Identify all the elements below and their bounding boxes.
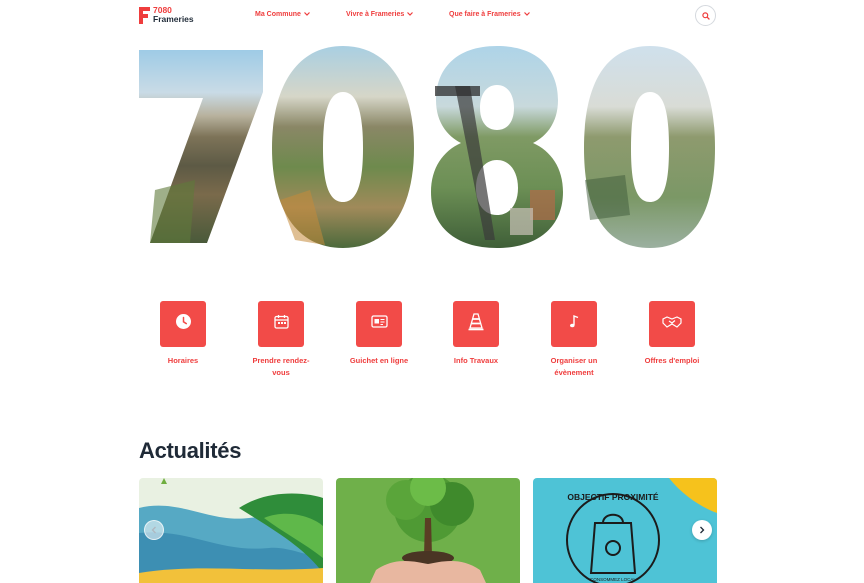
calendar-icon xyxy=(273,314,289,334)
clock-icon xyxy=(175,313,192,335)
hero-digit-8 xyxy=(431,46,563,248)
main-nav: Ma Commune Vivre à Frameries Que faire à… xyxy=(0,11,864,23)
quick-link-tile xyxy=(649,301,695,347)
site-header: 7080 Frameries Ma Commune Vivre à Framer… xyxy=(0,0,864,34)
quick-link-rendez-vous[interactable]: Prendre rendez-vous xyxy=(245,301,317,379)
quick-link-tile xyxy=(453,301,499,347)
news-card[interactable] xyxy=(139,478,323,583)
nav-label: Que faire à Frameries xyxy=(449,11,521,18)
news-card-image: OBJECTIF PROXIMITÉ CONSOMMEZ LOCAL xyxy=(533,478,717,583)
quick-link-label: Info Travaux xyxy=(453,356,499,365)
quick-link-tile xyxy=(356,301,402,347)
traffic-cone-icon xyxy=(468,312,484,336)
news-card-image xyxy=(139,478,323,583)
news-card[interactable]: OBJECTIF PROXIMITÉ CONSOMMEZ LOCAL xyxy=(533,478,717,583)
news-section-title: Actualités xyxy=(139,438,242,463)
handshake-icon xyxy=(662,315,682,334)
hero-digit-0 xyxy=(584,46,715,248)
chevron-down-icon xyxy=(303,11,310,18)
quick-link-label: Horaires xyxy=(167,356,199,365)
chevron-right-icon xyxy=(699,521,705,539)
quick-link-tile xyxy=(160,301,206,347)
quick-link-tile xyxy=(258,301,304,347)
news-card-stamp-text: CONSOMMEZ LOCAL xyxy=(590,577,636,582)
quick-link-guichet[interactable]: Guichet en ligne xyxy=(343,301,415,367)
nav-label: Ma Commune xyxy=(255,11,301,18)
nav-que-faire[interactable]: Que faire à Frameries xyxy=(449,11,530,18)
music-note-icon xyxy=(568,314,580,334)
quick-link-label: Organiser un évènement xyxy=(550,356,598,377)
nav-vivre-a-frameries[interactable]: Vivre à Frameries xyxy=(346,11,414,18)
hero-7080 xyxy=(135,40,720,252)
quick-link-label: Offres d'emploi xyxy=(644,356,700,365)
chevron-down-icon xyxy=(523,11,530,18)
nav-ma-commune[interactable]: Ma Commune xyxy=(255,11,310,18)
quick-link-tile xyxy=(551,301,597,347)
quick-link-info-travaux[interactable]: Info Travaux xyxy=(440,301,512,367)
chevron-down-icon xyxy=(407,11,414,18)
news-card-stamp-text: OBJECTIF PROXIMITÉ xyxy=(567,492,658,502)
quick-links: Horaires Prendre rendez-vous Guichet en … xyxy=(0,301,864,391)
search-button[interactable] xyxy=(695,5,716,26)
hero-digit-0 xyxy=(272,46,414,248)
news-card-image xyxy=(336,478,520,583)
nav-label: Vivre à Frameries xyxy=(346,11,405,18)
quick-link-label: Prendre rendez-vous xyxy=(252,356,310,377)
quick-link-label: Guichet en ligne xyxy=(349,356,409,365)
carousel-next-button[interactable] xyxy=(692,520,712,540)
hero-digit-7 xyxy=(139,50,263,243)
id-card-icon xyxy=(370,315,388,333)
news-card[interactable] xyxy=(336,478,520,583)
quick-link-horaires[interactable]: Horaires xyxy=(147,301,219,367)
chevron-left-icon xyxy=(151,521,157,539)
quick-link-emploi[interactable]: Offres d'emploi xyxy=(636,301,708,367)
quick-link-evenement[interactable]: Organiser un évènement xyxy=(538,301,610,379)
carousel-prev-button[interactable] xyxy=(144,520,164,540)
search-icon xyxy=(701,7,710,25)
